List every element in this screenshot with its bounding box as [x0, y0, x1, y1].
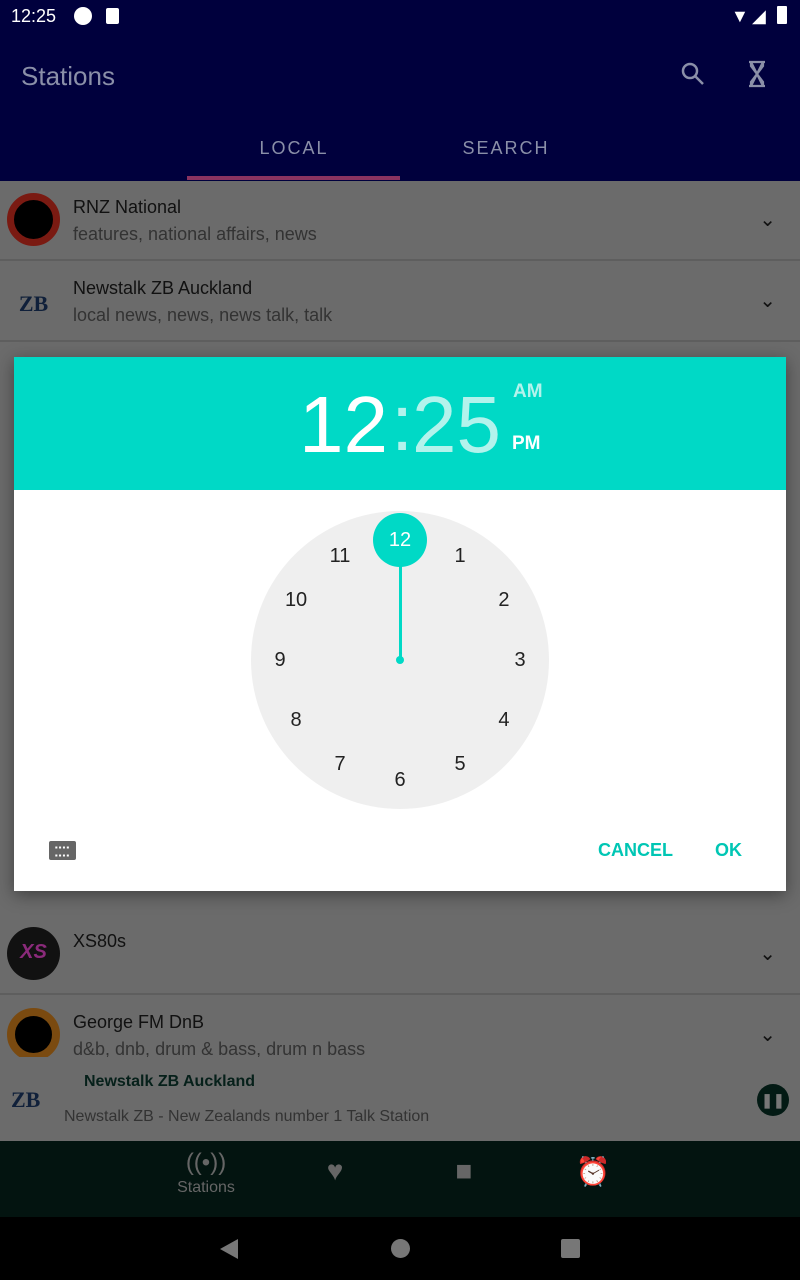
dial-number-1[interactable]: 1: [440, 536, 480, 576]
station-logo: [7, 1008, 60, 1057]
dial-number-11[interactable]: 11: [320, 536, 360, 576]
now-playing-logo: ZB: [11, 1087, 41, 1112]
notification-icon: [74, 7, 92, 25]
home-icon[interactable]: [391, 1239, 410, 1258]
radio-tower-icon: ((•)): [185, 1149, 227, 1176]
heart-icon[interactable]: ♥: [295, 1155, 375, 1187]
dial-number-12[interactable]: 12: [373, 513, 427, 567]
video-camera-icon[interactable]: ■: [424, 1155, 504, 1187]
minute-display[interactable]: 25: [412, 379, 501, 471]
station-row[interactable]: ZB Newstalk ZB Auckland local news, news…: [0, 262, 800, 342]
dial-number-7[interactable]: 7: [320, 744, 360, 784]
station-tags: local news, news, news talk, talk: [73, 305, 333, 325]
station-row[interactable]: RNZ National features, national affairs,…: [0, 181, 800, 261]
station-name: Newstalk ZB Auckland: [73, 278, 253, 298]
now-playing-title: Newstalk ZB Auckland: [84, 1073, 256, 1090]
station-row[interactable]: George FM DnB d&b, dnb, drum & bass, dru…: [0, 996, 800, 1057]
time-picker-header: 12 : 25 AM PM: [14, 357, 786, 490]
station-name: RNZ National: [73, 197, 182, 217]
sd-card-icon: [106, 8, 119, 24]
system-navigation: [0, 1217, 800, 1280]
alarm-clock-icon[interactable]: ⏰: [553, 1155, 633, 1188]
pause-button[interactable]: ❚❚: [757, 1084, 789, 1116]
time-picker-dialog: 12 : 25 AM PM 12 1 2 3 4 5 6 7 8 9 10 11 ▪▪▪▪ ▪▪▪▪ C…: [14, 357, 786, 891]
station-tags: features, national affairs, news: [73, 224, 317, 244]
keyboard-mode-icon[interactable]: ▪▪▪▪ ▪▪▪▪: [49, 841, 76, 860]
timer-hourglass-icon[interactable]: [746, 60, 768, 88]
status-bar: 12:25 ▼ ◢: [0, 0, 800, 33]
dial-number-2[interactable]: 2: [484, 580, 524, 620]
tab-local[interactable]: LOCAL: [188, 138, 400, 159]
bottom-navigation: ((•)) Stations ♥ ■ ⏰: [0, 1141, 800, 1217]
dial-number-4[interactable]: 4: [484, 700, 524, 740]
hour-display[interactable]: 12: [299, 379, 388, 471]
clock-hand: [399, 561, 402, 660]
battery-icon: [777, 6, 787, 24]
dial-number-8[interactable]: 8: [276, 700, 316, 740]
clock-center-dot: [396, 656, 404, 664]
tab-indicator: [187, 176, 400, 180]
page-title: Stations: [21, 61, 115, 91]
dial-number-9[interactable]: 9: [260, 640, 300, 680]
chevron-down-icon[interactable]: ⌄: [759, 207, 776, 232]
recents-icon[interactable]: [561, 1239, 580, 1258]
dial-number-3[interactable]: 3: [500, 640, 540, 680]
chevron-down-icon[interactable]: ⌄: [759, 1022, 776, 1047]
station-row[interactable]: XS XS80s ⌄: [0, 915, 800, 995]
now-playing-subtitle: Newstalk ZB - New Zealands number 1 Talk…: [64, 1108, 430, 1125]
cancel-button[interactable]: CANCEL: [598, 840, 673, 861]
station-name: XS80s: [73, 931, 127, 951]
back-icon[interactable]: [220, 1239, 238, 1259]
status-time: 12:25: [11, 6, 57, 26]
station-logo: ZB: [18, 291, 49, 316]
station-logo: XS: [7, 927, 60, 980]
chevron-down-icon[interactable]: ⌄: [759, 941, 776, 966]
pm-toggle[interactable]: PM: [512, 433, 541, 455]
now-playing-bar[interactable]: ZB Newstalk ZB Auckland Newstalk ZB - Ne…: [0, 1057, 800, 1141]
ok-button[interactable]: OK: [715, 840, 742, 861]
chevron-down-icon[interactable]: ⌄: [759, 288, 776, 313]
search-icon[interactable]: [680, 61, 706, 87]
dial-number-10[interactable]: 10: [276, 580, 316, 620]
am-toggle[interactable]: AM: [513, 381, 543, 403]
dial-number-5[interactable]: 5: [440, 744, 480, 784]
dial-number-6[interactable]: 6: [380, 760, 420, 800]
tab-search[interactable]: SEARCH: [400, 138, 612, 159]
time-separator: :: [391, 378, 414, 467]
signal-icon: ◢: [752, 6, 766, 26]
wifi-icon: ▼: [731, 6, 749, 26]
app-bar: Stations LOCAL SEARCH: [0, 33, 800, 181]
station-tags: d&b, dnb, drum & bass, drum n bass: [73, 1039, 366, 1057]
clock-dial[interactable]: 12 1 2 3 4 5 6 7 8 9 10 11: [251, 511, 549, 809]
nav-stations[interactable]: ((•)) Stations: [166, 1149, 246, 1197]
station-name: George FM DnB: [73, 1012, 205, 1032]
nav-stations-label: Stations: [177, 1179, 235, 1196]
station-logo: [7, 193, 60, 246]
